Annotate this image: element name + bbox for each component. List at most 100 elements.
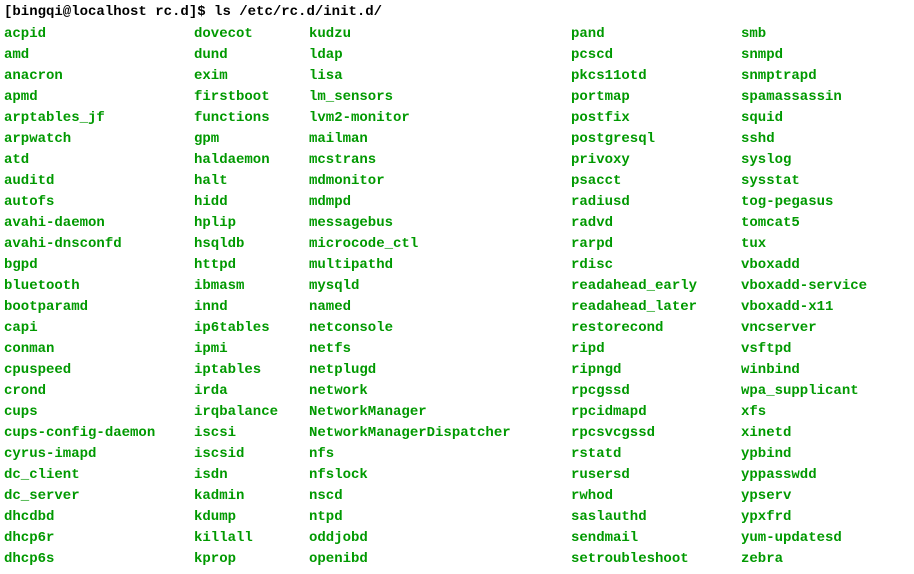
ls-entry: hsqldb <box>194 234 309 255</box>
ls-entry: spamassassin <box>741 87 891 108</box>
ls-entry: nfs <box>309 444 571 465</box>
ls-entry: tux <box>741 234 891 255</box>
ls-entry: netfs <box>309 339 571 360</box>
ls-entry: rwhod <box>571 486 741 507</box>
ls-entry: rpcsvcgssd <box>571 423 741 444</box>
ls-entry: dund <box>194 45 309 66</box>
ls-entry: lisa <box>309 66 571 87</box>
ls-column: pandpcscdpkcs11otdportmappostfixpostgres… <box>571 24 741 570</box>
ls-entry: setroubleshoot <box>571 549 741 570</box>
ls-entry: netconsole <box>309 318 571 339</box>
ls-entry: arpwatch <box>4 129 194 150</box>
ls-entry: auditd <box>4 171 194 192</box>
ls-entry: nfslock <box>309 465 571 486</box>
ls-entry: autofs <box>4 192 194 213</box>
ls-entry: vboxadd-x11 <box>741 297 891 318</box>
terminal-prompt-line: [bingqi@localhost rc.d]$ ls /etc/rc.d/in… <box>4 4 910 20</box>
ls-entry: dovecot <box>194 24 309 45</box>
ls-entry: atd <box>4 150 194 171</box>
ls-entry: functions <box>194 108 309 129</box>
ls-entry: multipathd <box>309 255 571 276</box>
ls-entry: ripd <box>571 339 741 360</box>
ls-entry: vboxadd-service <box>741 276 891 297</box>
ls-entry: kadmin <box>194 486 309 507</box>
ls-entry: dc_client <box>4 465 194 486</box>
ls-entry: zebra <box>741 549 891 570</box>
ls-entry: saslauthd <box>571 507 741 528</box>
ls-entry: cups <box>4 402 194 423</box>
ls-entry: halt <box>194 171 309 192</box>
ls-entry: exim <box>194 66 309 87</box>
ls-entry: portmap <box>571 87 741 108</box>
ls-entry: readahead_later <box>571 297 741 318</box>
ls-entry: openibd <box>309 549 571 570</box>
ls-entry: ripngd <box>571 360 741 381</box>
ls-entry: NetworkManager <box>309 402 571 423</box>
ls-column: smbsnmpdsnmptrapdspamassassinsquidsshdsy… <box>741 24 891 570</box>
ls-entry: ypserv <box>741 486 891 507</box>
ls-entry: rdisc <box>571 255 741 276</box>
ls-entry: pcscd <box>571 45 741 66</box>
ls-entry: postfix <box>571 108 741 129</box>
ls-entry: rarpd <box>571 234 741 255</box>
ls-entry: restorecond <box>571 318 741 339</box>
ls-entry: postgresql <box>571 129 741 150</box>
ls-entry: cyrus-imapd <box>4 444 194 465</box>
ls-entry: vboxadd <box>741 255 891 276</box>
ls-entry: vncserver <box>741 318 891 339</box>
ls-entry: cups-config-daemon <box>4 423 194 444</box>
ls-entry: lvm2-monitor <box>309 108 571 129</box>
ls-entry: nscd <box>309 486 571 507</box>
ls-entry: apmd <box>4 87 194 108</box>
ls-entry: iscsid <box>194 444 309 465</box>
ls-entry: pand <box>571 24 741 45</box>
ls-entry: sysstat <box>741 171 891 192</box>
ls-entry: conman <box>4 339 194 360</box>
ls-column: kudzuldaplisalm_sensorslvm2-monitormailm… <box>309 24 571 570</box>
ls-entry: ipmi <box>194 339 309 360</box>
ls-entry: winbind <box>741 360 891 381</box>
ls-entry: snmptrapd <box>741 66 891 87</box>
ls-entry: dc_server <box>4 486 194 507</box>
ls-entry: wpa_supplicant <box>741 381 891 402</box>
ls-entry: mysqld <box>309 276 571 297</box>
ls-entry: haldaemon <box>194 150 309 171</box>
ls-entry: yppasswdd <box>741 465 891 486</box>
ls-entry: network <box>309 381 571 402</box>
ls-entry: rusersd <box>571 465 741 486</box>
ls-entry: readahead_early <box>571 276 741 297</box>
ls-entry: irda <box>194 381 309 402</box>
ls-column: dovecotdundeximfirstbootfunctionsgpmhald… <box>194 24 309 570</box>
ls-entry: amd <box>4 45 194 66</box>
ls-entry: pkcs11otd <box>571 66 741 87</box>
ls-entry: hplip <box>194 213 309 234</box>
ls-entry: bluetooth <box>4 276 194 297</box>
ls-entry: cpuspeed <box>4 360 194 381</box>
ls-entry: mcstrans <box>309 150 571 171</box>
ls-entry: rpcidmapd <box>571 402 741 423</box>
ls-entry: httpd <box>194 255 309 276</box>
ls-entry: avahi-dnsconfd <box>4 234 194 255</box>
ls-entry: ibmasm <box>194 276 309 297</box>
ls-entry: radvd <box>571 213 741 234</box>
ls-entry: capi <box>4 318 194 339</box>
ls-entry: named <box>309 297 571 318</box>
ls-entry: vsftpd <box>741 339 891 360</box>
ls-entry: psacct <box>571 171 741 192</box>
ls-entry: ldap <box>309 45 571 66</box>
ls-entry: syslog <box>741 150 891 171</box>
ls-entry: dhcp6s <box>4 549 194 570</box>
prompt-user-host: [bingqi@localhost rc.d]$ <box>4 4 206 20</box>
ls-entry: avahi-daemon <box>4 213 194 234</box>
ls-entry: smb <box>741 24 891 45</box>
ls-entry: irqbalance <box>194 402 309 423</box>
ls-entry: bgpd <box>4 255 194 276</box>
ls-entry: sshd <box>741 129 891 150</box>
ls-entry: iptables <box>194 360 309 381</box>
ls-entry: acpid <box>4 24 194 45</box>
ls-entry: lm_sensors <box>309 87 571 108</box>
ls-entry: microcode_ctl <box>309 234 571 255</box>
ls-entry: netplugd <box>309 360 571 381</box>
ls-entry: squid <box>741 108 891 129</box>
ls-entry: iscsi <box>194 423 309 444</box>
